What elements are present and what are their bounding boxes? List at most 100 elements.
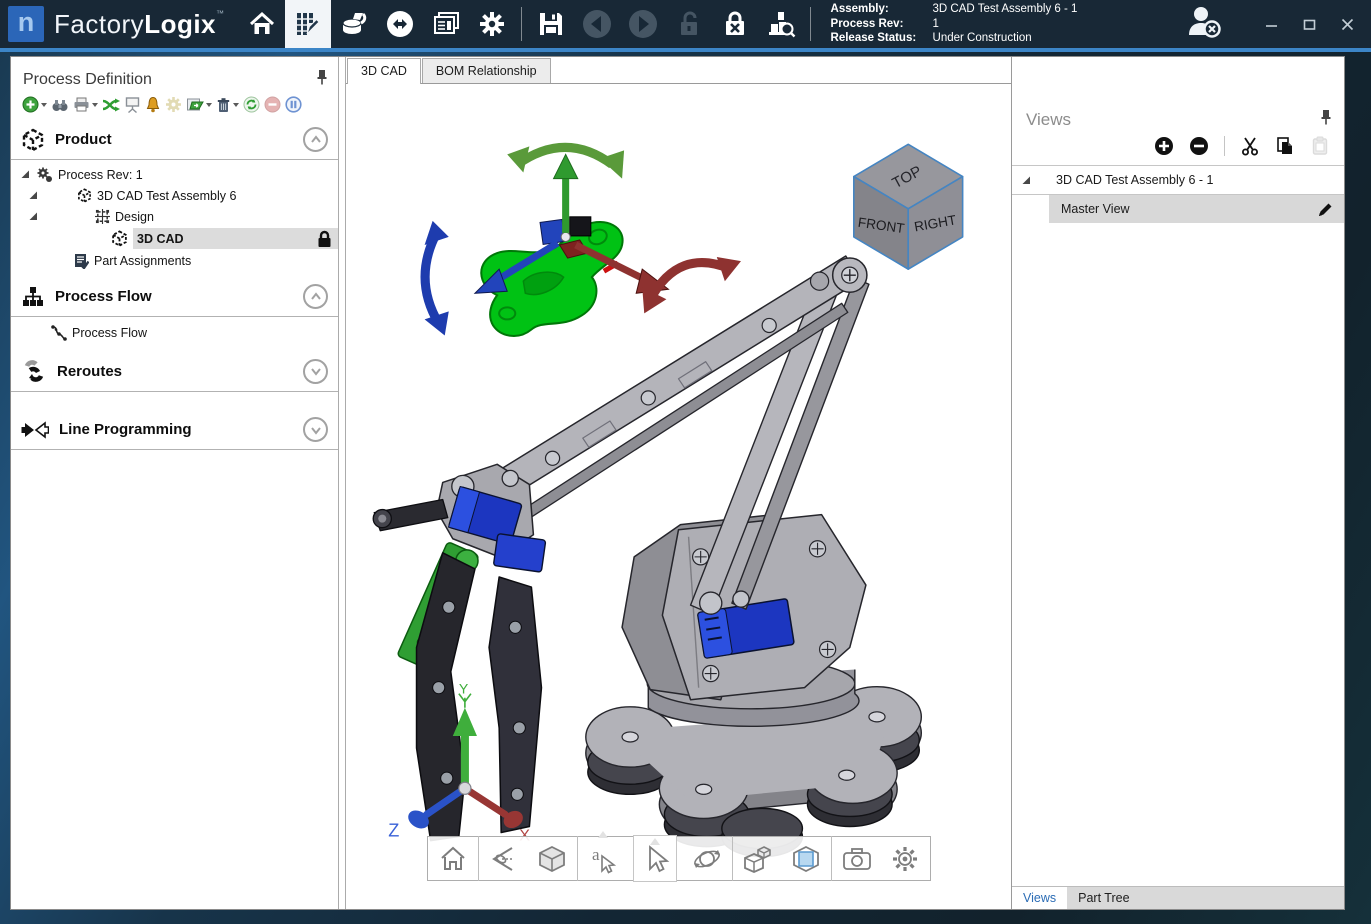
bell-button[interactable]	[144, 95, 162, 114]
section-button[interactable]	[788, 839, 824, 879]
find-button[interactable]	[50, 96, 70, 114]
add-button[interactable]	[21, 95, 48, 114]
window-controls	[1263, 16, 1355, 32]
home-button[interactable]	[239, 0, 285, 48]
remove-view-icon	[1189, 136, 1209, 156]
process-rev-label: Process Rev:	[831, 17, 929, 32]
deploy-button[interactable]	[185, 96, 213, 114]
settings-button[interactable]	[469, 0, 515, 48]
save-button[interactable]	[528, 0, 574, 48]
tab-bom-relationship[interactable]: BOM Relationship	[422, 58, 551, 83]
gizmo-rotate-z[interactable]	[425, 233, 439, 324]
copy-view-button[interactable]	[1275, 136, 1295, 156]
collapse-down-button[interactable]	[303, 359, 328, 384]
collapse-up-button[interactable]	[303, 284, 328, 309]
exchange-button[interactable]	[377, 0, 423, 48]
save-icon	[537, 10, 565, 38]
transform-gizmo[interactable]	[425, 146, 741, 336]
materials-button[interactable]	[331, 0, 377, 48]
shuffle-button[interactable]	[101, 96, 121, 114]
cut-view-button[interactable]	[1240, 136, 1260, 156]
tree-item-assembly[interactable]: 3D CAD Test Assembly 6	[11, 185, 338, 206]
gizmo-plane-yz[interactable]	[570, 217, 591, 236]
navigation-cube[interactable]: TOP FRONT RIGHT	[854, 144, 963, 269]
reports-button[interactable]	[423, 0, 469, 48]
audit-search-button[interactable]	[758, 0, 804, 48]
expander-icon[interactable]	[29, 191, 38, 200]
tree-item-process-flow[interactable]: Process Flow	[11, 322, 338, 343]
stop-icon	[264, 96, 281, 113]
viewport-settings-icon	[890, 844, 920, 874]
pin-button[interactable]	[316, 69, 328, 90]
orbit-button[interactable]	[689, 839, 725, 879]
viewport-settings-button[interactable]	[887, 839, 923, 879]
expander-icon[interactable]	[1022, 176, 1031, 185]
dropdown-caret-icon[interactable]	[598, 831, 608, 838]
unlock-button[interactable]	[666, 0, 712, 48]
cad-model-robot-arm[interactable]	[373, 256, 921, 857]
views-tree: 3D CAD Test Assembly 6 - 1 Master View	[1012, 165, 1344, 886]
home-icon	[248, 10, 276, 38]
section-line-programming[interactable]: Line Programming	[11, 410, 338, 449]
minimize-button[interactable]	[1263, 16, 1279, 32]
edit-view-button[interactable]	[1317, 201, 1334, 218]
chevron-down-icon	[310, 424, 322, 436]
delete-button[interactable]	[215, 96, 240, 114]
forward-button[interactable]	[620, 0, 666, 48]
flow-path-icon	[51, 325, 67, 341]
section-process-flow[interactable]: Process Flow	[11, 277, 338, 316]
chevron-down-icon	[310, 365, 322, 377]
back-button[interactable]	[574, 0, 620, 48]
shaded-view-button[interactable]	[534, 839, 570, 879]
pin-button[interactable]	[1320, 109, 1332, 130]
gizmo-plane-xy[interactable]	[540, 219, 565, 244]
process-definition-button[interactable]	[285, 0, 331, 48]
copy-icon	[1275, 136, 1295, 156]
close-button[interactable]	[1339, 16, 1355, 32]
views-tree-root[interactable]: 3D CAD Test Assembly 6 - 1	[1012, 166, 1344, 195]
lock-x-icon	[721, 10, 749, 38]
print-button[interactable]	[72, 95, 99, 114]
section-product[interactable]: Product	[11, 120, 338, 159]
refresh-button[interactable]	[242, 95, 261, 114]
expander-icon[interactable]	[29, 212, 38, 221]
selected-item[interactable]: 3D CAD	[133, 228, 338, 249]
cut-icon	[1240, 136, 1260, 156]
label-select-button[interactable]: a	[585, 839, 621, 879]
tree-item-part-assignments[interactable]: Part Assignments	[11, 250, 338, 271]
explode-button[interactable]	[740, 839, 776, 879]
lock-icon	[317, 230, 332, 248]
stop-button[interactable]	[263, 95, 282, 114]
expander-icon[interactable]	[21, 170, 30, 179]
pause-button[interactable]	[284, 95, 303, 114]
add-view-button[interactable]	[1154, 136, 1174, 156]
user-signout-button[interactable]	[1185, 5, 1225, 44]
presentation-button[interactable]	[123, 95, 142, 114]
tree-item-process-rev[interactable]: Process Rev: 1	[11, 164, 338, 185]
exchange-icon	[385, 9, 415, 39]
views-tree-master-view[interactable]: Master View	[1049, 195, 1344, 223]
tree-item-design[interactable]: Design	[11, 206, 338, 227]
lock-close-button[interactable]	[712, 0, 758, 48]
look-at-button[interactable]	[486, 839, 522, 879]
remove-view-button[interactable]	[1189, 136, 1209, 156]
gizmo-rotate-x[interactable]	[650, 263, 731, 300]
home-view-button[interactable]	[435, 839, 471, 879]
dropdown-caret-icon[interactable]	[650, 838, 660, 845]
tab-part-tree[interactable]: Part Tree	[1067, 887, 1140, 909]
gear-button[interactable]	[164, 95, 183, 114]
tab-views[interactable]: Views	[1012, 887, 1067, 909]
panel-splitter[interactable]	[338, 57, 346, 909]
cad-viewport-scene[interactable]: TOP FRONT RIGHT Y	[346, 84, 1011, 909]
section-reroutes[interactable]: Reroutes	[11, 351, 338, 391]
paste-view-button[interactable]	[1310, 136, 1330, 156]
tree-item-3d-cad[interactable]: 3D CAD	[11, 227, 338, 250]
cad-viewport[interactable]: TOP FRONT RIGHT Y	[346, 84, 1011, 909]
user-signout-icon	[1185, 5, 1225, 39]
snapshot-button[interactable]	[839, 839, 875, 879]
collapse-up-button[interactable]	[303, 127, 328, 152]
collapse-down-button[interactable]	[303, 417, 328, 442]
tab-3d-cad[interactable]: 3D CAD	[347, 58, 421, 84]
maximize-button[interactable]	[1301, 16, 1317, 32]
pointer-select-button[interactable]	[633, 835, 677, 882]
